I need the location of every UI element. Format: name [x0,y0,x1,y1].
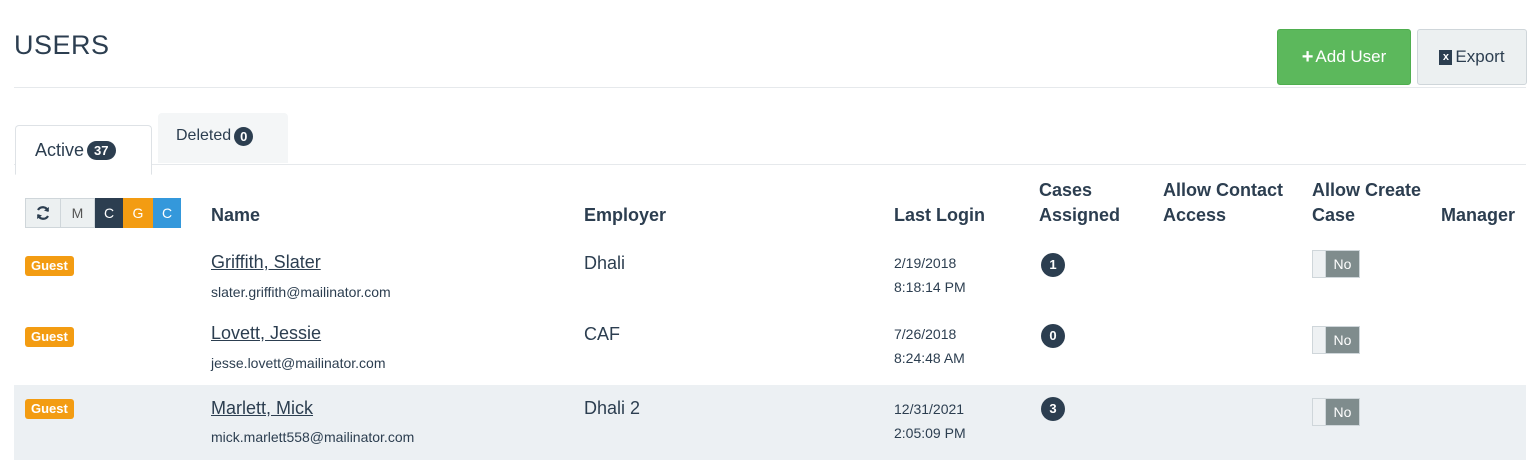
user-employer: Dhali 2 [584,398,641,418]
refresh-button[interactable] [25,198,61,228]
last-login: 2/19/2018 8:18:14 PM [894,251,966,299]
last-login-date: 12/31/2021 [894,401,965,417]
filter-contact-button[interactable]: C [95,198,123,228]
toggle-knob [1313,399,1326,425]
role-filter-group: M C G C [25,198,181,228]
last-login-date: 7/26/2018 [894,326,957,342]
allow-create-case-toggle[interactable]: No [1312,326,1360,354]
tab-deleted-count: 0 [234,127,254,146]
table-row: Guest Lovett, Jessie jesse.lovett@mailin… [14,313,1526,385]
column-header-cases-line2: Assigned [1039,205,1121,225]
user-email: slater.griffith@mailinator.com [211,284,391,300]
toggle-label: No [1326,327,1359,353]
column-header-last-login[interactable]: Last Login [894,204,985,227]
column-header-allow-contact-line2: Access [1163,205,1227,225]
last-login-date: 2/19/2018 [894,255,957,271]
toggle-label: No [1326,399,1359,425]
allow-create-case-toggle[interactable]: No [1312,398,1360,426]
last-login: 7/26/2018 8:24:48 AM [894,322,965,370]
last-login-time: 8:18:14 PM [894,279,966,295]
user-name-link[interactable]: Marlett, Mick [211,398,313,419]
column-header-allow-create-line1: Allow Create [1312,180,1422,200]
toggle-knob [1313,327,1326,353]
tabs-divider [14,164,1526,165]
filter-manager-button[interactable]: M [61,198,95,228]
user-email: jesse.lovett@mailinator.com [211,355,386,371]
guest-badge: Guest [25,327,74,347]
column-header-employer[interactable]: Employer [584,204,666,227]
column-header-manager[interactable]: Manager [1441,204,1515,227]
tab-active[interactable]: Active 37 [15,125,152,175]
column-header-name[interactable]: Name [211,204,260,227]
tab-deleted-label: Deleted [176,127,232,144]
user-employer: Dhali [584,253,626,273]
column-header-cases-line1: Cases [1039,180,1093,200]
user-name-link[interactable]: Lovett, Jessie [211,323,321,344]
table-row: Guest Marlett, Mick mick.marlett558@mail… [14,385,1526,460]
toggle-label: No [1326,251,1359,277]
filter-guest-button[interactable]: G [123,198,153,228]
last-login-time: 2:05:09 PM [894,425,966,441]
users-page: USERS + Add User x Export Deleted 0 Acti… [0,0,1536,475]
excel-icon: x [1439,49,1453,65]
page-title: USERS [14,30,110,60]
column-header-allow-contact[interactable]: Allow Contact Access [1163,179,1283,227]
cases-assigned-count: 1 [1041,253,1065,277]
column-header-allow-contact-line1: Allow Contact [1163,180,1283,200]
cases-assigned-count: 0 [1041,324,1065,348]
user-name-link[interactable]: Griffith, Slater [211,252,321,273]
column-header-allow-create-line2: Case [1312,205,1356,225]
tab-active-label: Active [35,139,85,160]
guest-badge: Guest [25,256,74,276]
cases-assigned-count: 3 [1041,397,1065,421]
tab-deleted[interactable]: Deleted 0 [158,113,288,163]
user-employer: CAF [584,324,620,344]
toggle-knob [1313,251,1326,277]
column-header-cases-assigned[interactable]: Cases Assigned [1039,179,1120,227]
filter-client-button[interactable]: C [153,198,181,228]
add-user-label: Add User [1315,47,1387,66]
table-row: Guest Griffith, Slater slater.griffith@m… [14,243,1526,313]
user-email: mick.marlett558@mailinator.com [211,429,415,445]
export-button[interactable]: x Export [1417,29,1527,85]
export-label: Export [1455,47,1505,66]
last-login: 12/31/2021 2:05:09 PM [894,397,966,445]
add-user-button[interactable]: + Add User [1277,29,1411,85]
tab-active-count: 37 [87,140,116,160]
refresh-icon [36,206,50,220]
header-divider [14,87,1526,88]
column-header-allow-create[interactable]: Allow Create Case [1312,179,1421,227]
allow-create-case-toggle[interactable]: No [1312,250,1360,278]
last-login-time: 8:24:48 AM [894,350,965,366]
guest-badge: Guest [25,399,74,419]
plus-icon: + [1301,46,1314,68]
